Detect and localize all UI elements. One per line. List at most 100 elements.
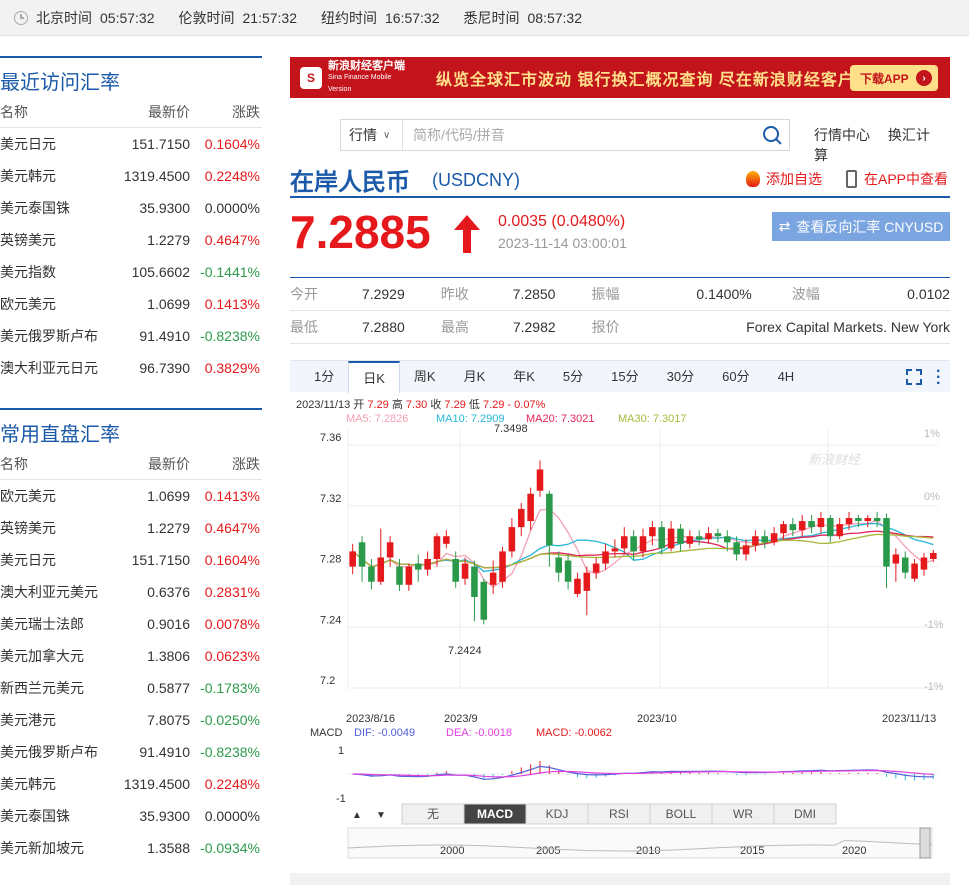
candle-body <box>780 524 787 534</box>
fullscreen-icon[interactable] <box>906 369 922 385</box>
rate-change: 0.2248% <box>204 776 260 792</box>
fire-icon <box>746 171 760 187</box>
rate-row[interactable]: 英镑美元 1.2279 0.4647% <box>0 224 262 256</box>
x-tick-label: 2023/9 <box>444 713 478 725</box>
candle-body <box>677 528 684 544</box>
rate-row[interactable]: 美元日元 151.7150 0.1604% <box>0 544 262 576</box>
kline-chart[interactable]: 2023/11/13 开 7.29 高 7.30 收 7.29 低 7.29 -… <box>290 392 950 882</box>
y-tick-label: 7.28 <box>320 554 341 566</box>
banner-slogan: 纵览全球汇市波动 银行换汇概况查询 尽在新浪财经客户端 <box>436 71 872 89</box>
candle-body <box>911 563 918 579</box>
rate-name: 美元日元 <box>0 552 56 568</box>
timeline-year: 2000 <box>440 845 464 857</box>
app-banner[interactable]: S 新浪财经客户端 Sina Finance Mobile Version 纵览全… <box>290 57 950 98</box>
period-tab[interactable]: 5分 <box>549 361 597 393</box>
rate-change: 0.1413% <box>204 488 260 504</box>
rate-row[interactable]: 美元新加坡元 1.3588 -0.0934% <box>0 832 262 864</box>
rate-row[interactable]: 美元日元 151.7150 0.1604% <box>0 128 262 160</box>
period-tab[interactable]: 60分 <box>708 361 763 393</box>
candle-body <box>789 524 797 531</box>
indicator-tab-label: 无 <box>427 807 439 821</box>
timezone-bar: 北京时间 05:57:32 伦敦时间 21:57:32 纽约时间 16:57:32 悉… <box>0 0 969 36</box>
rate-row[interactable]: 美元加拿大元 1.3806 0.0623% <box>0 640 262 672</box>
candle-body <box>639 536 647 552</box>
scroll-down-icon[interactable]: ▼ <box>376 810 386 821</box>
candle-body <box>349 551 356 567</box>
market-center-link[interactable]: 行情中心 <box>814 127 870 143</box>
rate-price: 35.9300 <box>139 808 190 824</box>
rate-price: 91.4910 <box>139 744 190 760</box>
more-vertical-icon[interactable]: · · · <box>936 364 941 392</box>
search-icon[interactable] <box>755 120 789 150</box>
period-tab[interactable]: 30分 <box>653 361 708 393</box>
rate-name: 美元瑞士法郎 <box>0 616 84 632</box>
bottom-search-strip <box>290 873 950 885</box>
candle-body <box>433 536 441 559</box>
phone-icon <box>846 170 857 188</box>
rate-row[interactable]: 欧元美元 1.0699 0.1413% <box>0 480 262 512</box>
rate-row[interactable]: 美元俄罗斯卢布 91.4910 -0.8238% <box>0 320 262 352</box>
timeline-handle[interactable] <box>919 827 931 859</box>
rate-row[interactable]: 美元瑞士法郎 0.9016 0.0078% <box>0 608 262 640</box>
market-select[interactable]: 行情 ∨ <box>341 120 403 150</box>
candle-body <box>667 528 675 549</box>
right-tick-label: 0% <box>924 491 940 503</box>
currency-name: 在岸人民币 <box>290 169 410 196</box>
rate-row[interactable]: 美元泰国铢 35.9300 0.0000% <box>0 800 262 832</box>
rate-price: 1.3588 <box>147 840 190 856</box>
reverse-rate-button[interactable]: ⇄ 查看反向汇率 CNYUSD <box>772 212 950 241</box>
scroll-up-icon[interactable]: ▲ <box>352 810 362 821</box>
tz-london: 伦敦时间 21:57:32 <box>178 9 298 26</box>
rate-change: 0.3829% <box>204 360 260 376</box>
search-input[interactable] <box>403 121 755 149</box>
rate-row[interactable]: 美元俄罗斯卢布 91.4910 -0.8238% <box>0 736 262 768</box>
candle-body <box>873 518 881 522</box>
candle-body <box>396 566 403 585</box>
candle-body <box>508 527 516 552</box>
macd-tick: -1 <box>336 793 346 805</box>
rate-change: -0.8238% <box>200 744 260 760</box>
add-favorite-button[interactable]: 添加自选 <box>746 169 822 189</box>
period-tab[interactable]: 年K <box>499 361 549 393</box>
download-app-button[interactable]: 下载APP › <box>850 65 938 91</box>
rate-row[interactable]: 欧元美元 1.0699 0.1413% <box>0 288 262 320</box>
rate-change: 0.0078% <box>204 616 260 632</box>
rate-row[interactable]: 美元韩元 1319.4500 0.2248% <box>0 768 262 800</box>
rate-row[interactable]: 澳大利亚元日元 96.7390 0.3829% <box>0 352 262 384</box>
rate-row[interactable]: 新西兰元美元 0.5877 -0.1783% <box>0 672 262 704</box>
rate-row[interactable]: 英镑美元 1.2279 0.4647% <box>0 512 262 544</box>
candle-body <box>489 572 497 585</box>
rate-change: 0.2248% <box>204 168 260 184</box>
rate-name: 欧元美元 <box>0 296 56 312</box>
macd-value-label: MACD: -0.0062 <box>536 727 612 739</box>
view-in-app-button[interactable]: 在APP中查看 <box>846 169 948 189</box>
rate-change: 0.1604% <box>204 136 260 152</box>
direct-table-header: 名称 最新价 涨跌 <box>0 448 262 480</box>
rate-row[interactable]: 美元指数 105.6602 -0.1441% <box>0 256 262 288</box>
period-tab[interactable]: 4H <box>764 361 809 393</box>
candle-body <box>864 518 872 522</box>
rate-row[interactable]: 美元港元 7.8075 -0.0250% <box>0 704 262 736</box>
candle-body <box>461 563 469 579</box>
period-tab[interactable]: 月K <box>450 361 500 393</box>
candle-body <box>714 533 722 537</box>
rate-row[interactable]: 澳大利亚元美元 0.6376 0.2831% <box>0 576 262 608</box>
chevron-down-icon: ∨ <box>383 129 391 141</box>
low-annotation: 7.2424 <box>448 645 482 657</box>
current-price: 7.2885 <box>290 206 431 258</box>
y-tick-label: 7.36 <box>320 432 341 444</box>
arrow-right-icon: › <box>916 70 932 86</box>
rate-price: 0.6376 <box>147 584 190 600</box>
period-tab[interactable]: 周K <box>400 361 450 393</box>
rate-row[interactable]: 美元泰国铢 35.9300 0.0000% <box>0 192 262 224</box>
search-bar: 行情 ∨ <box>340 119 790 151</box>
rate-name: 欧元美元 <box>0 488 56 504</box>
quote-table: 今开 7.2929 昨收 7.2850 振幅 0.1400% 波幅 0.0102 最低 7… <box>290 277 950 344</box>
candle-body <box>817 518 825 528</box>
period-tab[interactable]: 日K <box>348 360 400 393</box>
rate-change: 0.4647% <box>204 232 260 248</box>
period-tab[interactable]: 15分 <box>597 361 652 393</box>
period-tab[interactable]: 1分 <box>300 361 348 393</box>
rate-name: 美元指数 <box>0 264 56 280</box>
rate-row[interactable]: 美元韩元 1319.4500 0.2248% <box>0 160 262 192</box>
